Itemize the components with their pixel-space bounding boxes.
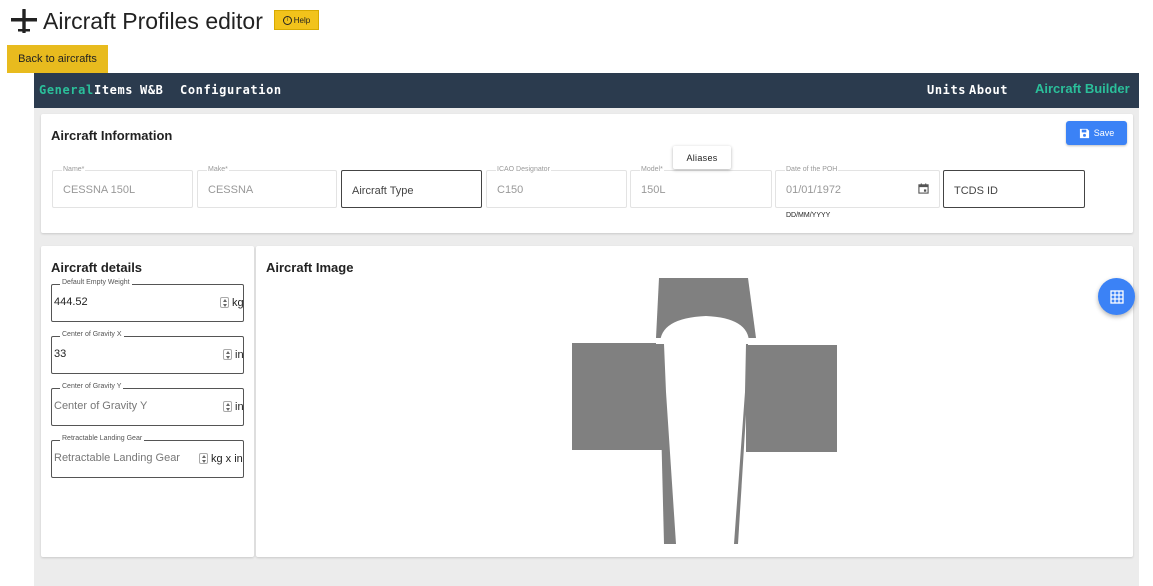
make-field[interactable]: Make* CESSNA [197, 166, 337, 208]
icao-designator-field[interactable]: ICAO Designator C150 [486, 166, 627, 208]
model-field-label: Model* [640, 166, 664, 173]
tcds-id-field[interactable]: TCDS ID [943, 170, 1085, 208]
aircraft-silhouette-image [572, 278, 837, 544]
model-field[interactable]: Model* 150L [630, 166, 772, 208]
save-button-label: Save [1093, 128, 1115, 138]
retractable-gear-spinner[interactable] [199, 453, 208, 464]
poh-date-label: Date of the POH [785, 166, 839, 173]
nav-units[interactable]: Units [927, 73, 966, 108]
empty-weight-label: Default Empty Weight [60, 279, 132, 286]
cg-y-spinner[interactable] [223, 401, 232, 412]
cg-x-spinner[interactable] [223, 349, 232, 360]
poh-date-value: 01/01/1972 [786, 184, 842, 196]
cg-x-unit: in [235, 349, 244, 361]
nav-about[interactable]: About [969, 73, 1008, 108]
icao-designator-label: ICAO Designator [496, 166, 551, 173]
page-title: Aircraft Profiles editor [43, 8, 263, 34]
cg-y-placeholder: Center of Gravity Y [54, 400, 148, 412]
retractable-gear-unit: kg x in [211, 453, 243, 465]
info-icon: i [282, 15, 292, 25]
name-field-value: CESSNA 150L [63, 184, 136, 196]
nav-tab-wb[interactable]: W&B [140, 73, 163, 108]
aircraft-image-title: Aircraft Image [266, 260, 354, 275]
name-field[interactable]: Name* CESSNA 150L [52, 166, 193, 208]
plane-icon [11, 9, 37, 33]
poh-date-field[interactable]: Date of the POH 01/01/1972 [775, 166, 940, 208]
retractable-gear-field[interactable]: Retractable Landing Gear Retractable Lan… [51, 435, 244, 478]
aircraft-information-title: Aircraft Information [51, 128, 173, 143]
save-button[interactable]: Save [1066, 121, 1127, 145]
cg-x-field[interactable]: Center of Gravity X 33 in [51, 331, 244, 374]
date-format-hint: DD/MM/YYYY [786, 212, 831, 219]
make-field-label: Make* [207, 166, 229, 173]
floppy-disk-icon [1079, 128, 1089, 138]
cg-y-label: Center of Gravity Y [60, 383, 124, 390]
empty-weight-field[interactable]: Default Empty Weight 444.52 kg [51, 279, 244, 322]
cg-y-field[interactable]: Center of Gravity Y Center of Gravity Y … [51, 383, 244, 426]
calendar-icon[interactable] [918, 183, 929, 194]
tcds-id-placeholder: TCDS ID [954, 185, 998, 197]
cg-y-unit: in [235, 401, 244, 413]
nav-tab-configuration[interactable]: Configuration [180, 73, 282, 108]
top-navbar: General Items W&B Configuration Units Ab… [34, 73, 1139, 108]
retractable-gear-placeholder: Retractable Landing Gear [54, 452, 180, 464]
grid-icon [1109, 289, 1124, 304]
nav-tab-items[interactable]: Items [94, 73, 133, 108]
aircraft-type-placeholder: Aircraft Type [352, 185, 414, 197]
nav-tab-general[interactable]: General [39, 73, 94, 108]
help-button[interactable]: i Help [274, 10, 319, 30]
retractable-gear-label: Retractable Landing Gear [60, 435, 145, 442]
aircraft-type-field[interactable]: Aircraft Type [341, 170, 482, 208]
help-button-label: Help [293, 15, 311, 25]
name-field-label: Name* [62, 166, 86, 173]
empty-weight-unit: kg [232, 297, 244, 309]
aircraft-builder-brand[interactable]: Aircraft Builder [1035, 71, 1130, 106]
grid-fab-button[interactable] [1098, 278, 1135, 315]
model-field-value: 150L [641, 184, 666, 196]
cg-x-value: 33 [54, 348, 67, 360]
make-field-value: CESSNA [208, 184, 254, 196]
cg-x-label: Center of Gravity X [60, 331, 124, 338]
back-to-aircrafts-button[interactable]: Back to aircrafts [7, 45, 108, 73]
aircraft-details-title: Aircraft details [51, 260, 143, 275]
empty-weight-value: 444.52 [54, 296, 88, 308]
icao-designator-value: C150 [497, 184, 524, 196]
aliases-tooltip: Aliases [673, 146, 731, 169]
empty-weight-spinner[interactable] [220, 297, 229, 308]
